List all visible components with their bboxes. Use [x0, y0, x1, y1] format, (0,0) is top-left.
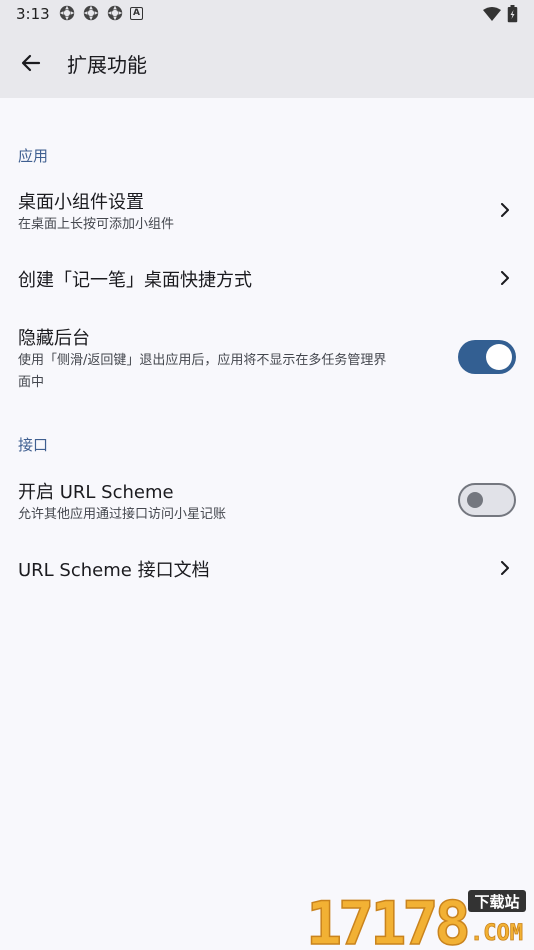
watermark-logo: 17178 下载站 .COM [305, 888, 526, 948]
section-header-app: 应用 [18, 147, 49, 165]
switch-knob [467, 492, 483, 508]
system-status-icons [483, 5, 518, 23]
hide-background-switch[interactable] [458, 340, 516, 374]
arrow-back-icon [21, 54, 41, 72]
create-shortcut-title: 创建「记一笔」桌面快捷方式 [18, 270, 252, 291]
switch-knob [486, 344, 512, 370]
url-scheme-toggle-subtitle: 允许其他应用通过接口访问小星记账 [18, 507, 227, 522]
hide-background-subtitle-line2: 面中 [18, 375, 45, 390]
battery-icon [507, 5, 518, 23]
section-header-interface: 接口 [18, 436, 49, 454]
status-bar: 3:13 A [0, 0, 534, 28]
create-shortcut-item[interactable]: 创建「记一笔」桌面快捷方式 [0, 250, 534, 306]
svg-text:17178: 17178 [306, 889, 467, 948]
hide-background-item[interactable]: 隐藏后台 使用「侧滑/返回键」退出应用后，应用将不显示在多任务管理界 面中 [0, 310, 534, 400]
url-scheme-toggle-item[interactable]: 开启 URL Scheme 允许其他应用通过接口访问小星记账 [0, 466, 534, 536]
widget-settings-item[interactable]: 桌面小组件设置 在桌面上长按可添加小组件 [0, 176, 534, 246]
back-button[interactable] [14, 46, 48, 80]
status-time: 3:13 [16, 5, 50, 23]
app-notification-icon [59, 5, 75, 21]
chevron-right-icon [501, 561, 509, 575]
wifi-icon [483, 7, 501, 21]
chevron-right-icon [501, 203, 509, 217]
url-scheme-switch[interactable] [458, 483, 516, 517]
svg-text:.COM: .COM [470, 921, 523, 946]
notification-icons: A [58, 4, 143, 22]
svg-text:下载站: 下载站 [474, 893, 519, 911]
page-title: 扩展功能 [67, 53, 147, 77]
widget-settings-subtitle: 在桌面上长按可添加小组件 [18, 217, 175, 232]
app-notification-icon [107, 5, 123, 21]
url-scheme-docs-item[interactable]: URL Scheme 接口文档 [0, 540, 534, 596]
hide-background-subtitle-line1: 使用「侧滑/返回键」退出应用后，应用将不显示在多任务管理界 [18, 353, 387, 368]
chevron-right-icon [501, 271, 509, 285]
url-scheme-toggle-title: 开启 URL Scheme [18, 482, 174, 503]
a-notification-icon: A [130, 6, 143, 20]
app-notification-icon [83, 5, 99, 21]
url-scheme-docs-title: URL Scheme 接口文档 [18, 560, 210, 581]
app-bar: 扩展功能 [0, 28, 534, 98]
widget-settings-title: 桌面小组件设置 [18, 192, 144, 213]
hide-background-title: 隐藏后台 [18, 328, 90, 349]
